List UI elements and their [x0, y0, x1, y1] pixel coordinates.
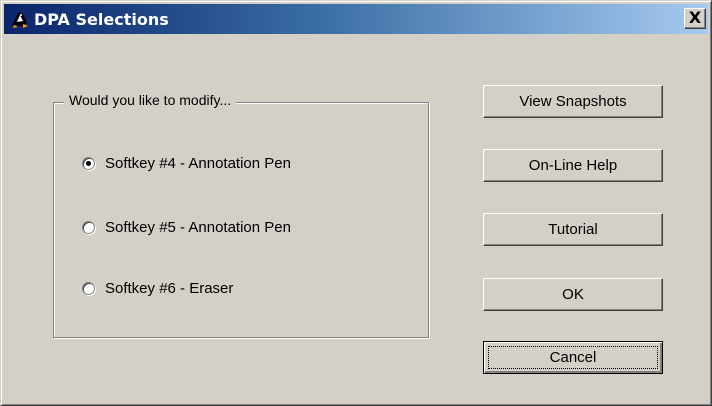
window-title: DPA Selections: [34, 10, 169, 29]
modify-groupbox: Would you like to modify... Softkey #4 -…: [53, 92, 429, 338]
ok-button[interactable]: OK: [483, 278, 663, 311]
radio-label[interactable]: Softkey #5 - Annotation Pen: [105, 219, 291, 236]
view-snapshots-button[interactable]: View Snapshots: [483, 85, 663, 118]
radio-option-softkey-6[interactable]: Softkey #6 - Eraser: [82, 277, 233, 299]
radio-button[interactable]: [82, 281, 95, 295]
dpa-selections-dialog: DPA Selections X Would you like to modif…: [0, 0, 712, 406]
radio-button[interactable]: [82, 220, 95, 234]
radio-label[interactable]: Softkey #4 - Annotation Pen: [105, 155, 291, 172]
tutorial-button[interactable]: Tutorial: [483, 213, 663, 246]
radio-button-checked[interactable]: [82, 156, 95, 170]
close-button[interactable]: X: [684, 8, 706, 29]
radio-option-softkey-5[interactable]: Softkey #5 - Annotation Pen: [82, 216, 291, 238]
group-legend: Would you like to modify...: [64, 92, 237, 108]
radio-label[interactable]: Softkey #6 - Eraser: [105, 280, 233, 297]
penguin-icon: [9, 9, 31, 29]
close-icon: X: [688, 8, 702, 27]
cancel-button[interactable]: Cancel: [483, 341, 663, 374]
radio-option-softkey-4[interactable]: Softkey #4 - Annotation Pen: [82, 152, 291, 174]
cancel-label: Cancel: [549, 349, 597, 366]
online-help-button[interactable]: On-Line Help: [483, 149, 663, 182]
title-bar[interactable]: DPA Selections X: [4, 4, 708, 34]
